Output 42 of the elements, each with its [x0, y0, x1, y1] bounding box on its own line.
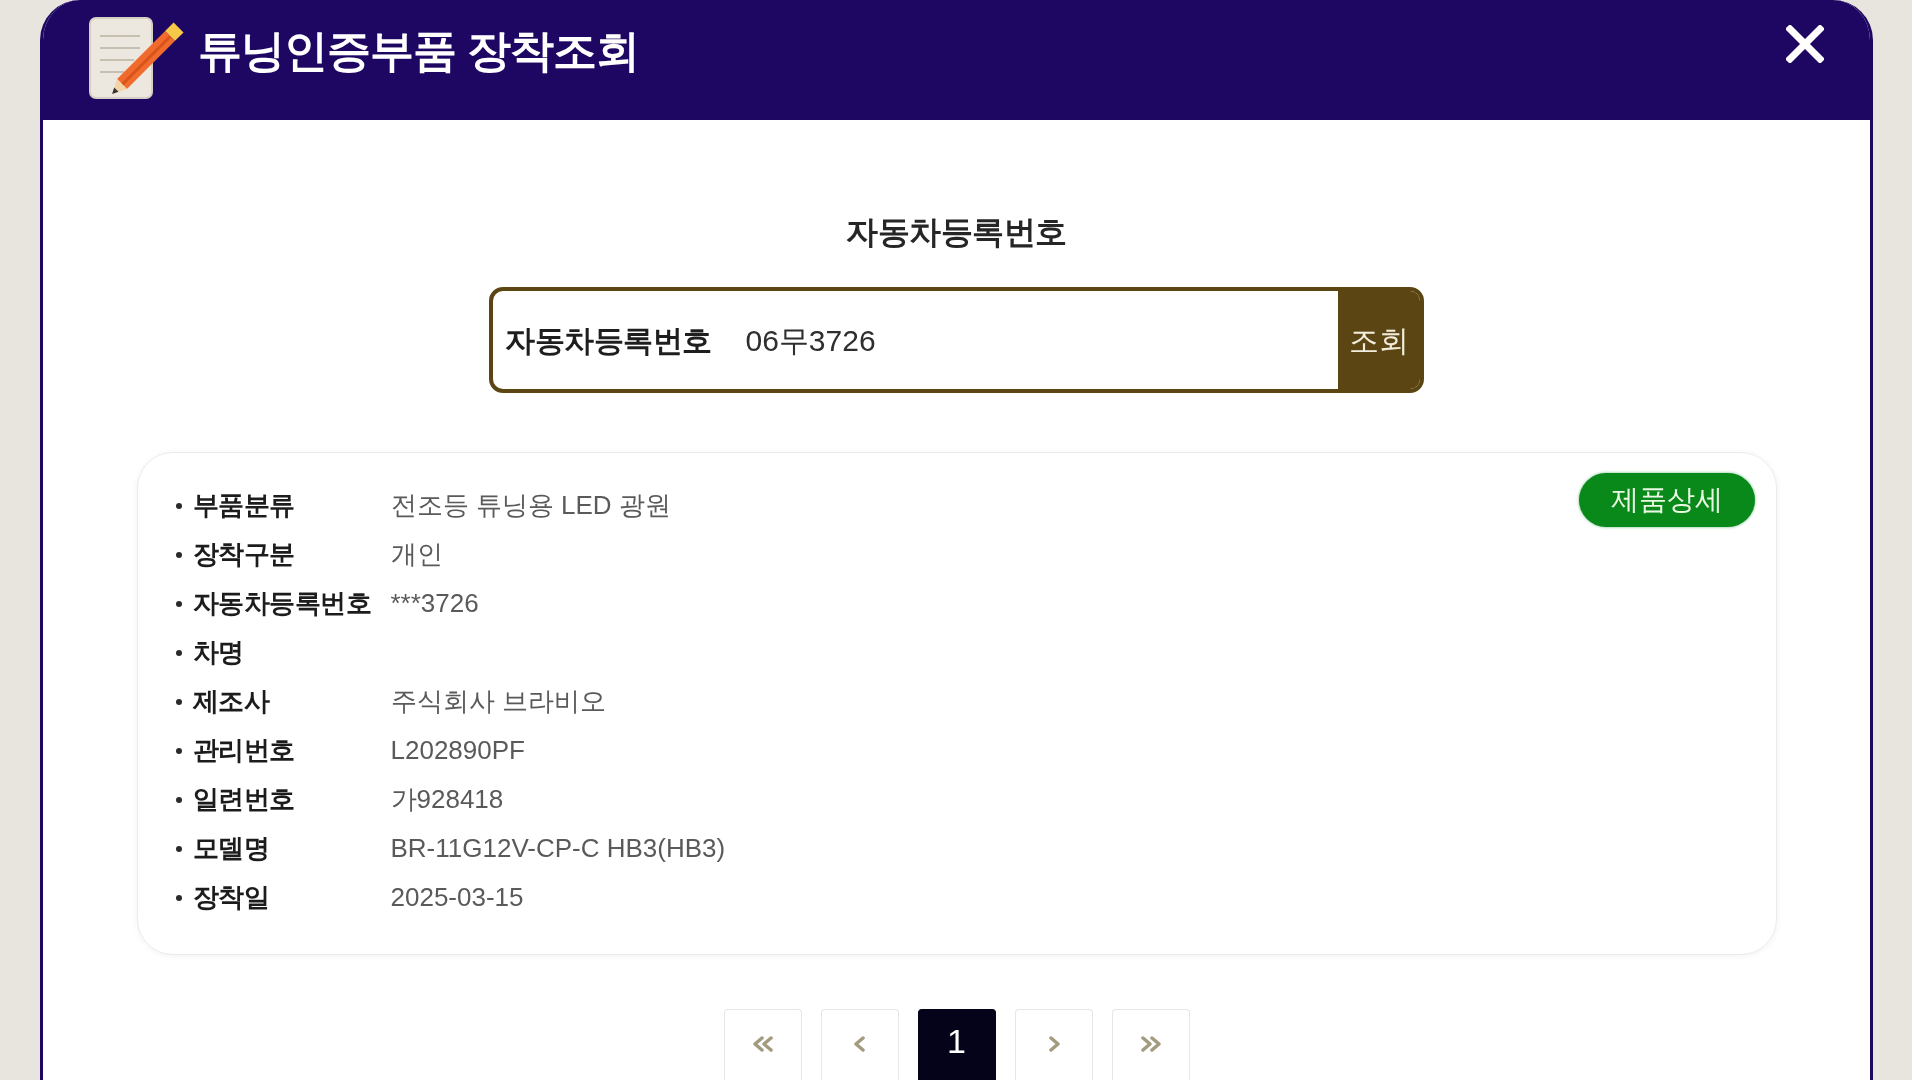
bullet-icon — [175, 796, 182, 803]
field-value: 주식회사 브라비오 — [390, 685, 606, 718]
section-heading: 자동차등록번호 — [846, 213, 1067, 252]
field-value: 2025-03-15 — [390, 881, 524, 914]
double-chevron-left-icon — [750, 1035, 775, 1052]
field-value: 전조등 튜닝용 LED 광원 — [390, 489, 671, 522]
bullet-icon — [175, 600, 182, 607]
field-label: 자동차등록번호 — [192, 587, 372, 620]
search-bar[interactable]: 자동차등록번호 06무3726 조회 — [489, 287, 1424, 393]
product-detail-button[interactable]: 제품상세 — [1578, 473, 1755, 527]
page-button[interactable]: 1 — [917, 1009, 996, 1080]
bullet-icon — [175, 894, 182, 901]
input-field[interactable]: 06무3726 — [745, 291, 1338, 389]
field-value: 가928418 — [390, 783, 504, 816]
first-page-button[interactable] — [723, 1009, 802, 1080]
field-value: BR-11G12V-CP-C HB3(HB3) — [390, 832, 726, 865]
field-label: 장착일 — [192, 881, 270, 914]
field-label: 장착구분 — [192, 538, 296, 571]
field-value: 개인 — [390, 538, 443, 571]
field-label: 차명 — [192, 636, 245, 669]
bullet-icon — [175, 551, 182, 558]
field-value: ***3726 — [390, 587, 479, 620]
double-chevron-right-icon — [1138, 1035, 1163, 1052]
bullet-icon — [175, 649, 182, 656]
field-label: 관리번호 — [192, 734, 296, 767]
field-label: 일련번호 — [192, 783, 296, 816]
previous-page-button[interactable] — [820, 1009, 899, 1080]
field-label: 부품분류 — [192, 489, 296, 522]
last-page-button[interactable] — [1111, 1009, 1190, 1080]
field-label: 제조사 — [192, 685, 271, 718]
close-icon — [1786, 25, 1824, 63]
next-page-button[interactable] — [1014, 1009, 1093, 1080]
field-label: 모델명 — [192, 832, 270, 865]
bullet-icon — [175, 502, 182, 509]
window-title: 튜닝인증부품 장착조회 — [198, 29, 640, 73]
close-button[interactable] — [1783, 22, 1827, 66]
bullet-icon — [175, 845, 182, 852]
search-button[interactable]: 조회 — [1338, 291, 1420, 389]
field-label: 자동차등록번호 — [504, 322, 712, 359]
field-value: L202890PF — [390, 734, 525, 767]
bullet-icon — [175, 698, 182, 705]
bullet-icon — [175, 747, 182, 754]
